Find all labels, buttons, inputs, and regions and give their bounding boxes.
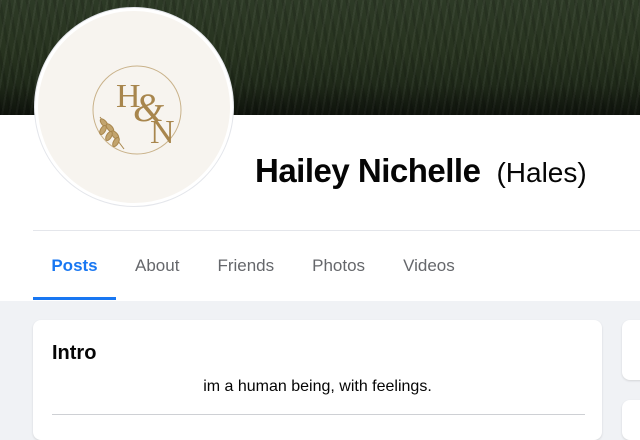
intro-title: Intro xyxy=(52,342,97,364)
tab-posts[interactable]: Posts xyxy=(33,240,116,300)
profile-nickname: (Hales) xyxy=(496,157,587,188)
intro-bio: im a human being, with feelings. xyxy=(203,378,432,395)
profile-name-row: Hailey Nichelle (Hales) xyxy=(255,152,640,190)
intro-card: Intro im a human being, with feelings. xyxy=(33,320,602,440)
leaf-sprig-icon xyxy=(99,116,125,150)
monogram-logo: H & N xyxy=(92,65,182,155)
tab-photos[interactable]: Photos xyxy=(312,240,365,292)
profile-picture[interactable]: H & N xyxy=(35,8,233,206)
header-divider xyxy=(33,230,640,231)
right-column-card xyxy=(622,320,640,380)
tab-friends[interactable]: Friends xyxy=(217,240,274,292)
tab-about[interactable]: About xyxy=(135,240,179,292)
intro-divider xyxy=(52,414,585,415)
monogram-letter-n: N xyxy=(150,114,175,151)
profile-tabs: Posts About Friends Photos Videos xyxy=(33,240,455,300)
profile-name: Hailey Nichelle xyxy=(255,152,481,189)
tab-videos[interactable]: Videos xyxy=(403,240,455,292)
right-column-card-2 xyxy=(622,400,640,440)
